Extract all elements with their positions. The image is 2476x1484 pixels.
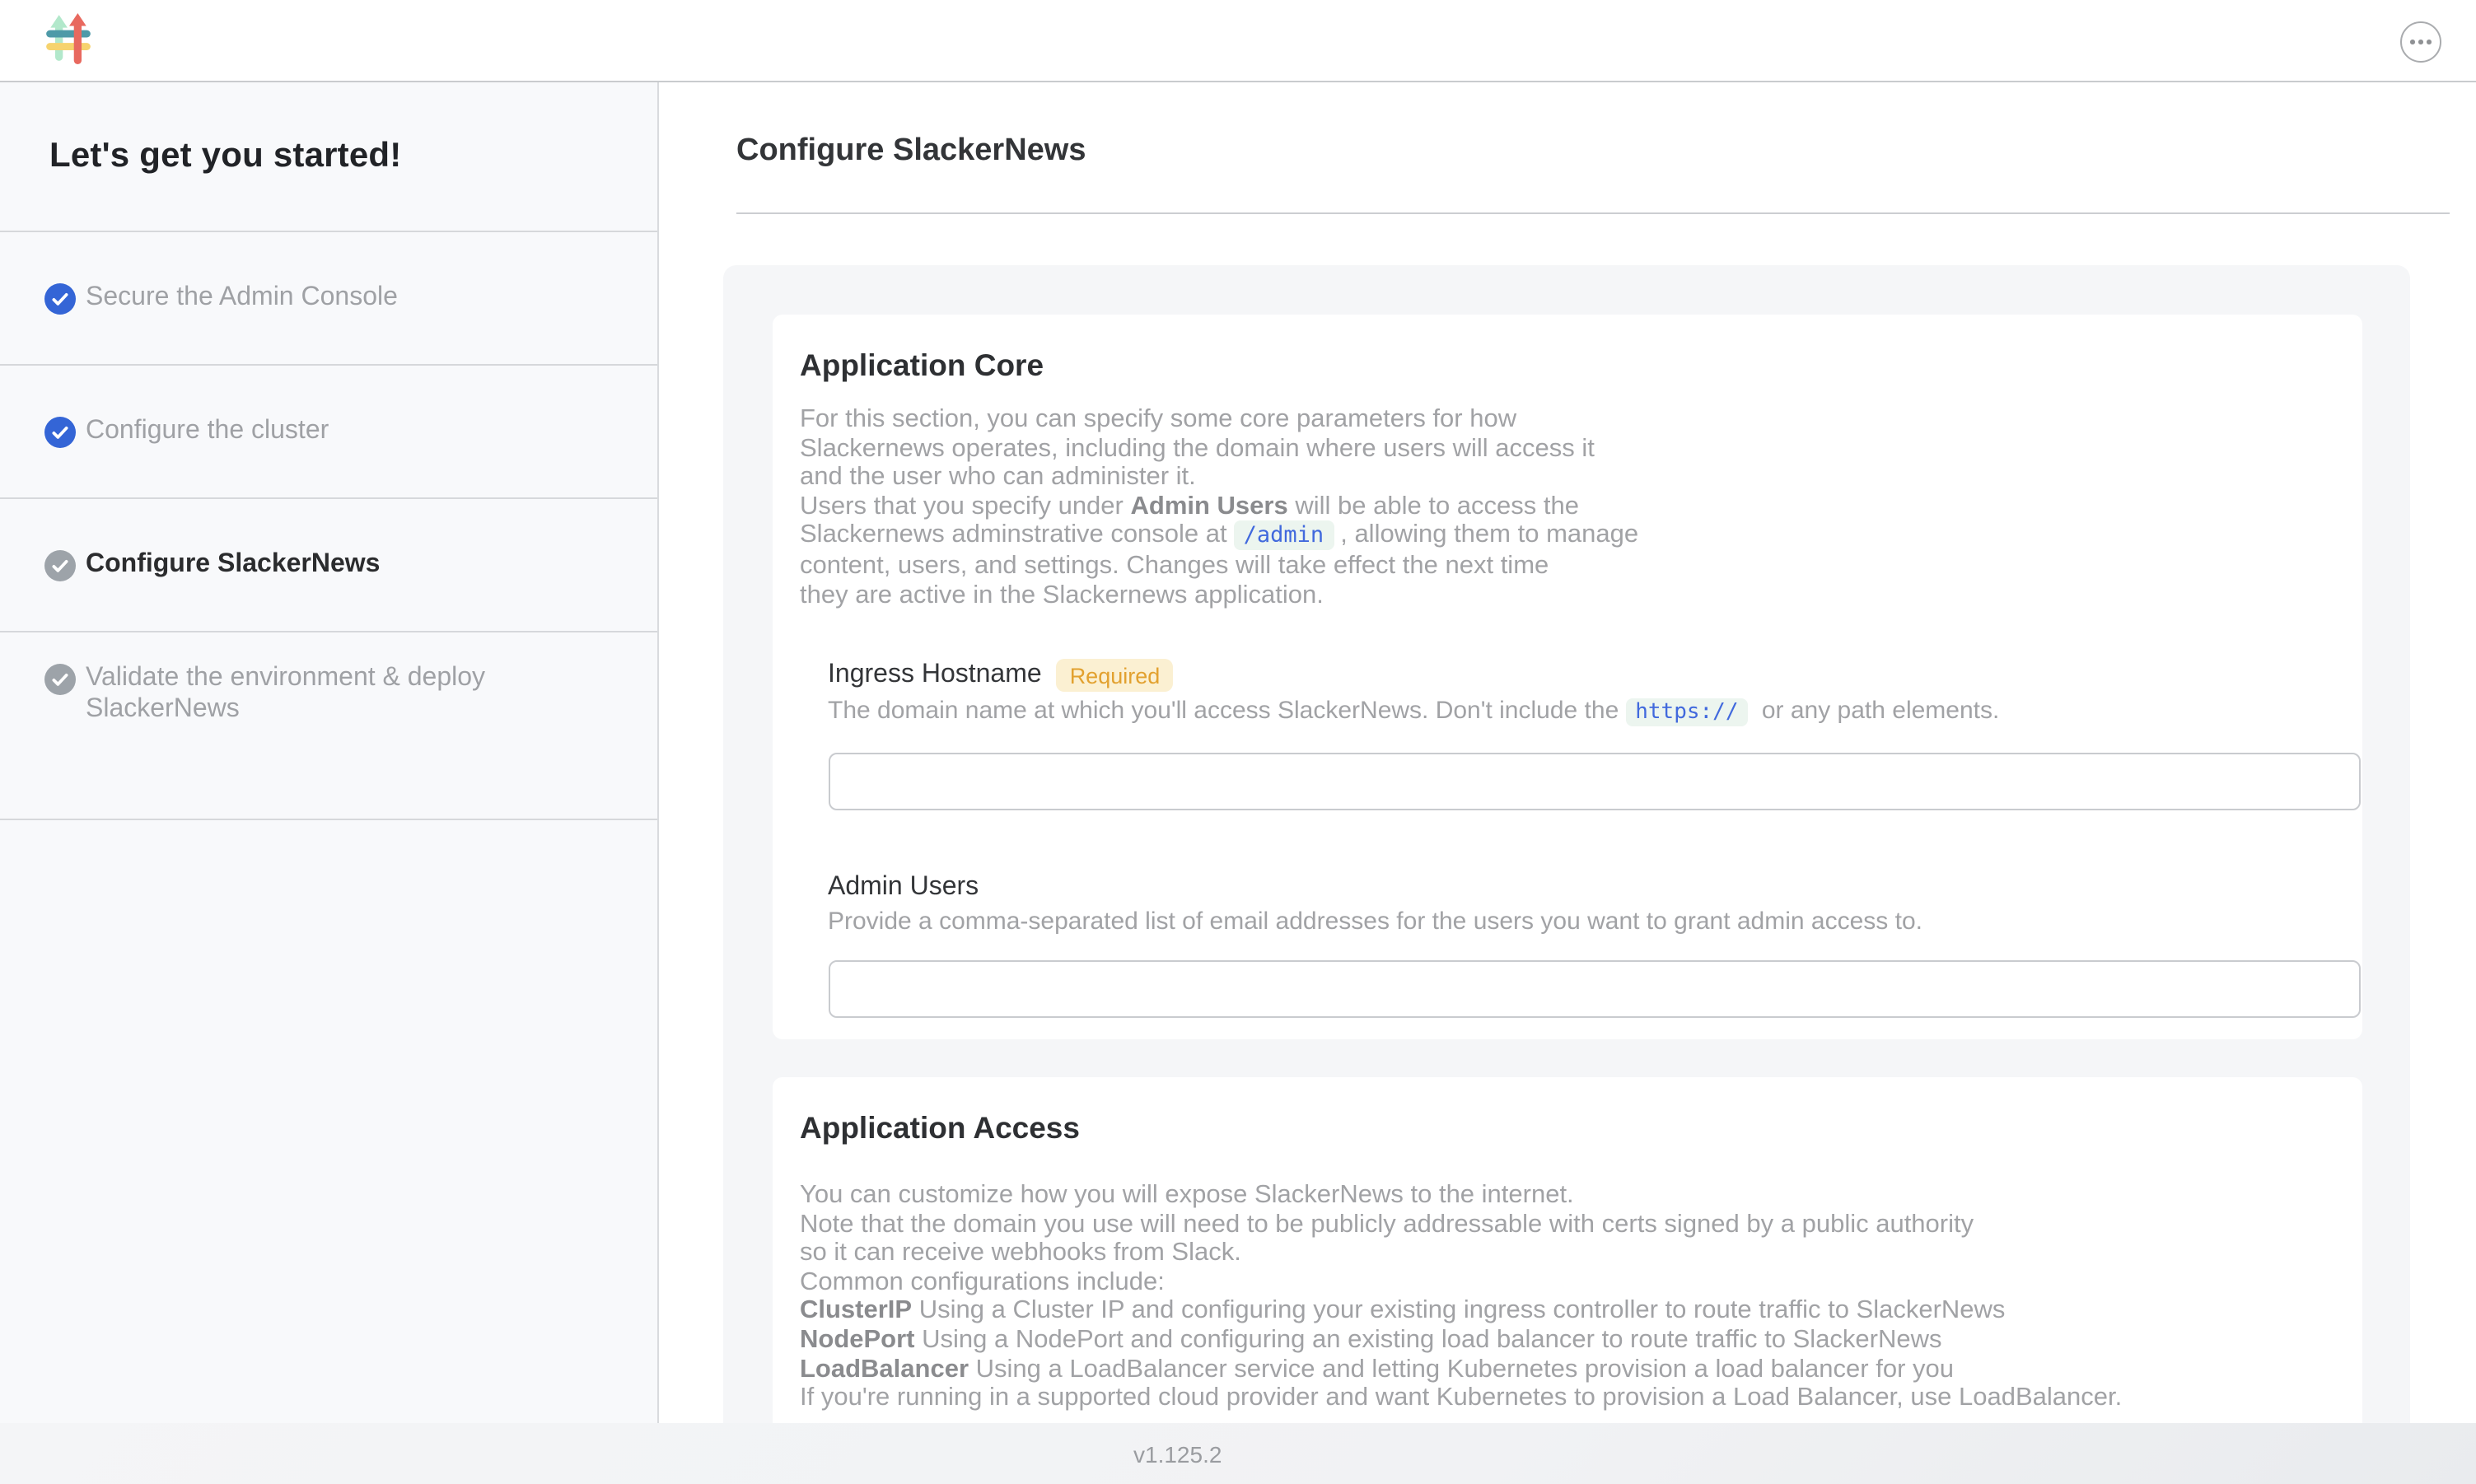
step-check-icon [44, 664, 76, 695]
step-configure-slackernews[interactable]: Configure SlackerNews [0, 499, 657, 632]
ingress-hostname-field: Ingress Hostname Required The domain nam… [828, 659, 2334, 810]
setup-wizard-page: Let's get you started! Secure the Admin … [0, 0, 2476, 1484]
application-core-card: Application Core For this section, you c… [772, 315, 2362, 1039]
step-label: Validate the environment & deploy Slacke… [86, 664, 591, 725]
version-label: v1.125.2 [1133, 1441, 1222, 1468]
admin-users-input[interactable] [828, 960, 2360, 1018]
setup-steps-sidebar: Let's get you started! Secure the Admin … [0, 81, 659, 1423]
admin-users-help: Provide a comma-separated list of email … [828, 907, 2334, 936]
ellipsis-icon [2409, 40, 2414, 44]
ingress-hostname-input[interactable] [828, 752, 2360, 810]
sidebar-title: Let's get you started! [0, 81, 657, 232]
title-divider [736, 212, 2450, 214]
step-label: Secure the Admin Console [86, 283, 398, 314]
admin-users-field: Admin Users Provide a comma-separated li… [828, 872, 2334, 1018]
step-secure-admin-console[interactable]: Secure the Admin Console [0, 232, 657, 366]
step-configure-cluster[interactable]: Configure the cluster [0, 366, 657, 499]
config-panel: Application Core For this section, you c… [723, 265, 2410, 1423]
config-content: Configure SlackerNews Application Core F… [661, 81, 2476, 1423]
application-access-card: Application Access You can customize how… [772, 1077, 2362, 1423]
step-check-icon [44, 282, 76, 314]
admin-users-label: Admin Users [828, 872, 979, 902]
footer-bar: v1.125.2 [0, 1423, 2476, 1484]
step-label: Configure the cluster [86, 417, 329, 447]
ingress-hostname-label: Ingress Hostname [828, 660, 1042, 690]
top-bar [0, 0, 2476, 82]
ingress-hostname-help: The domain name at which you'll access S… [828, 697, 2334, 727]
overflow-menu-button[interactable] [2400, 21, 2441, 63]
step-check-icon [44, 416, 76, 447]
step-check-icon [44, 549, 76, 581]
application-access-heading: Application Access [800, 1110, 2334, 1146]
slackernews-logo-icon[interactable] [46, 13, 91, 64]
step-validate-deploy[interactable]: Validate the environment & deploy Slacke… [0, 632, 657, 820]
page-title: Configure SlackerNews [736, 133, 1086, 170]
required-badge: Required [1057, 659, 1174, 692]
step-label: Configure SlackerNews [86, 550, 380, 581]
application-access-description: You can customize how you will expose Sl… [800, 1181, 2334, 1413]
application-core-heading: Application Core [800, 348, 2334, 384]
application-core-description: For this section, you can specify some c… [800, 405, 2334, 609]
